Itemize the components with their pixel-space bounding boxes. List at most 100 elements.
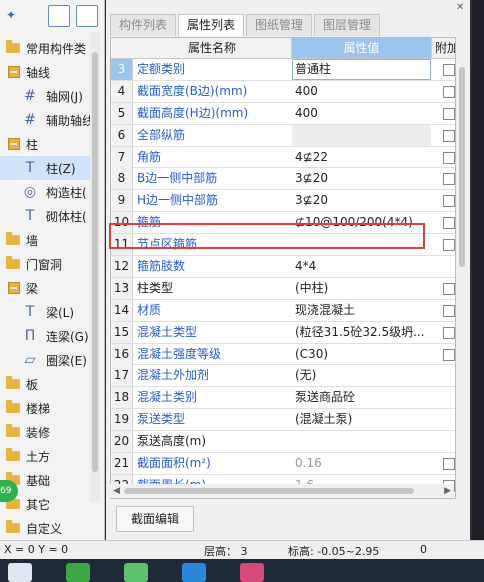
property-value[interactable]: 400: [295, 81, 429, 102]
tree-item[interactable]: ▱ 圈梁(E): [0, 348, 98, 372]
scroll-right-icon[interactable]: ▶: [444, 486, 451, 496]
grid-horizontal-scrollbar[interactable]: ◀ ▶: [110, 484, 454, 498]
tree-item[interactable]: 土方: [0, 444, 98, 468]
property-value[interactable]: 泵送商品砼: [295, 387, 429, 408]
tree-item[interactable]: 板: [0, 372, 98, 396]
grid-vertical-scrollbar[interactable]: [456, 37, 468, 497]
additional-checkbox[interactable]: [443, 348, 455, 361]
tree-item[interactable]: 墙: [0, 228, 98, 252]
property-value[interactable]: 3⊈20: [295, 168, 429, 189]
tree-item[interactable]: 装修: [0, 420, 98, 444]
additional-checkbox[interactable]: [443, 151, 455, 164]
additional-checkbox[interactable]: [443, 195, 455, 208]
collapse-icon[interactable]: [8, 138, 20, 150]
additional-checkbox[interactable]: [443, 217, 455, 230]
folder-icon: [6, 520, 20, 533]
tree-item[interactable]: 梁: [0, 276, 98, 300]
table-row[interactable]: 14 材质 现浇混凝土: [111, 299, 455, 322]
property-value[interactable]: (中柱): [295, 278, 429, 299]
table-row[interactable]: 18 混凝土类别 泵送商品砼: [111, 387, 455, 410]
additional-checkbox[interactable]: [443, 64, 455, 76]
tree-item-label: 构造柱(: [46, 186, 87, 200]
tree-item[interactable]: # 辅助轴线: [0, 108, 98, 132]
table-row[interactable]: 21 截面面积(m²) 0.16: [111, 453, 455, 475]
tree-item[interactable]: Π 连梁(G): [0, 324, 98, 348]
property-value[interactable]: (无): [295, 365, 429, 386]
property-value[interactable]: 4⊈22: [295, 147, 429, 168]
tree-item[interactable]: 自定义: [0, 516, 98, 540]
tree-item[interactable]: 轴线: [0, 60, 98, 84]
table-row[interactable]: 7 角筋 4⊈22: [111, 146, 455, 169]
property-value[interactable]: [295, 125, 429, 146]
additional-checkbox[interactable]: [443, 282, 455, 295]
tab[interactable]: 构件列表: [110, 14, 177, 36]
tree-item[interactable]: T 梁(L): [0, 300, 98, 324]
table-row[interactable]: 13 柱类型 (中柱): [111, 277, 455, 300]
table-row[interactable]: 6 全部纵筋: [111, 124, 455, 147]
table-row[interactable]: 12 箍筋肢数 4*4: [111, 256, 455, 278]
tab[interactable]: 属性列表: [178, 14, 245, 36]
windows-start-icon[interactable]: [8, 563, 32, 582]
table-view-icon[interactable]: [76, 5, 98, 27]
property-value[interactable]: 普通柱: [295, 59, 429, 80]
table-row[interactable]: 4 截面宽度(B边)(mm) 400: [111, 80, 455, 103]
list-view-icon[interactable]: [48, 5, 70, 27]
property-value[interactable]: 3⊈20: [295, 190, 429, 211]
property-value[interactable]: 0.16: [295, 453, 429, 474]
table-row[interactable]: 17 混凝土外加剂 (无): [111, 365, 455, 388]
tree-item[interactable]: T 砌体柱(: [0, 204, 98, 228]
row-number: 18: [111, 387, 133, 409]
property-name: 定额类别: [137, 62, 186, 76]
table-row[interactable]: 3 定额类别 普通柱: [111, 59, 455, 81]
property-value[interactable]: (C30): [295, 344, 429, 365]
tree-item[interactable]: 常用构件类: [0, 36, 98, 60]
table-row[interactable]: 19 泵送类型 (混凝土泵): [111, 409, 455, 432]
additional-checkbox[interactable]: [443, 173, 455, 186]
table-row[interactable]: 5 截面高度(H边)(mm) 400: [111, 102, 455, 125]
property-value[interactable]: 现浇混凝土: [295, 300, 429, 321]
folder-icon: [6, 232, 20, 245]
taskbar-app-icon[interactable]: [240, 563, 264, 582]
highlight-box: [109, 223, 425, 249]
table-row[interactable]: 15 混凝土类型 (粒径31.5砼32.5级坍...: [111, 321, 455, 344]
tab[interactable]: 图纸管理: [246, 14, 313, 36]
collapse-icon[interactable]: [8, 282, 20, 294]
tree-item-label: 柱(Z): [46, 162, 76, 176]
additional-checkbox[interactable]: [443, 107, 455, 120]
row-number: 13: [111, 277, 133, 299]
component-type-icon: ◎: [23, 184, 37, 200]
table-row[interactable]: 16 混凝土强度等级 (C30): [111, 343, 455, 366]
table-row[interactable]: 9 H边一侧中部筋 3⊈20: [111, 190, 455, 213]
property-value[interactable]: [295, 431, 429, 452]
additional-checkbox[interactable]: [443, 239, 455, 252]
tree-item[interactable]: # 轴网(J): [0, 84, 98, 108]
tree-item[interactable]: 楼梯: [0, 396, 98, 420]
property-value[interactable]: 400: [295, 103, 429, 124]
property-value[interactable]: 4*4: [295, 256, 429, 277]
scroll-left-icon[interactable]: ◀: [113, 486, 120, 496]
collapse-icon[interactable]: [8, 66, 20, 78]
tree-item-label: 圈梁(E): [46, 354, 87, 368]
tree-item[interactable]: 柱: [0, 132, 98, 156]
taskbar-app-icon[interactable]: [124, 563, 148, 582]
table-row[interactable]: 20 泵送高度(m): [111, 431, 455, 454]
taskbar-app-icon[interactable]: [182, 563, 206, 582]
close-icon[interactable]: ✕: [456, 3, 464, 13]
tree-item[interactable]: ◎ 构造柱(: [0, 180, 98, 204]
additional-checkbox[interactable]: [443, 85, 455, 98]
additional-checkbox[interactable]: [443, 326, 455, 339]
property-value[interactable]: (混凝土泵): [295, 409, 429, 430]
tree-scrollbar[interactable]: [90, 32, 100, 502]
tree-item[interactable]: 门窗洞: [0, 252, 98, 276]
property-name: 泵送高度(m): [137, 434, 207, 449]
additional-checkbox[interactable]: [443, 458, 455, 471]
section-edit-button[interactable]: 截面编辑: [116, 506, 194, 532]
table-row[interactable]: 8 B边一侧中部筋 3⊈20: [111, 168, 455, 191]
taskbar-app-icon[interactable]: [66, 563, 90, 582]
additional-checkbox[interactable]: [443, 304, 455, 317]
property-value[interactable]: (粒径31.5砼32.5级坍...: [295, 322, 429, 343]
additional-checkbox[interactable]: [443, 129, 455, 142]
tree-item[interactable]: T 柱(Z): [0, 156, 98, 180]
tab[interactable]: 图层管理: [314, 14, 381, 36]
add-component-icon[interactable]: ✦: [6, 8, 16, 22]
